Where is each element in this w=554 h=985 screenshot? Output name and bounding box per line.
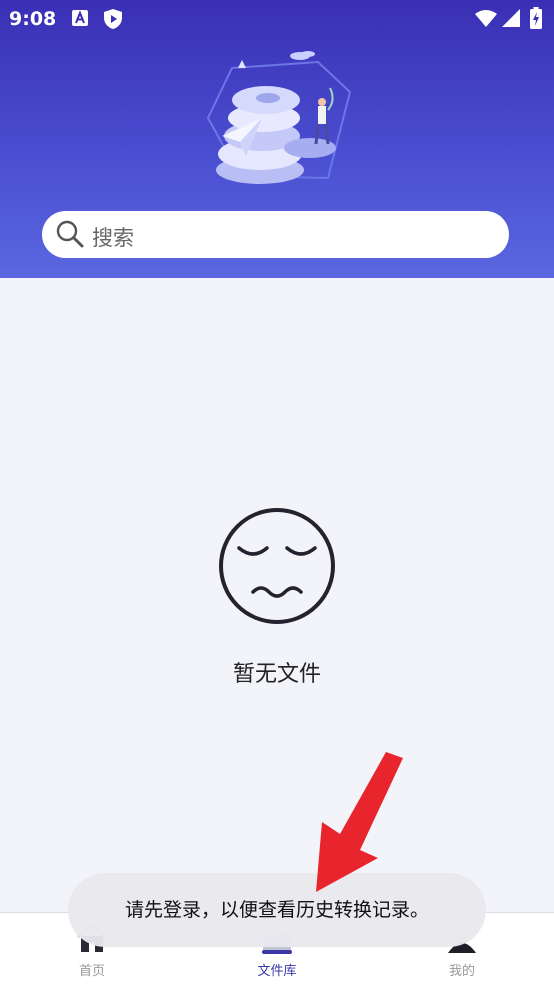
file-storage-illustration bbox=[206, 51, 352, 184]
search-placeholder: 搜索 bbox=[92, 226, 134, 250]
nav-label-home: 首页 bbox=[78, 964, 105, 979]
signal-icon bbox=[502, 9, 520, 27]
login-toast: 请先登录，以便查看历史转换记录。 bbox=[68, 873, 486, 947]
empty-state-text: 暂无文件 bbox=[232, 662, 321, 687]
annotation-arrow-icon bbox=[316, 752, 403, 892]
header: 9:08 搜索 bbox=[0, 0, 554, 278]
battery-charging-icon bbox=[530, 7, 542, 29]
status-time: 9:08 bbox=[9, 8, 57, 30]
notification-a-icon bbox=[72, 10, 88, 26]
wifi-icon bbox=[475, 10, 497, 27]
shield-play-icon bbox=[104, 9, 122, 29]
sleepy-face-icon bbox=[219, 508, 335, 624]
nav-active-indicator bbox=[262, 950, 292, 954]
search-icon bbox=[56, 220, 84, 248]
nav-label-library: 文件库 bbox=[257, 964, 297, 979]
nav-label-profile: 我的 bbox=[448, 964, 475, 979]
status-bar: 9:08 bbox=[0, 0, 554, 40]
search-input[interactable]: 搜索 bbox=[42, 211, 509, 258]
